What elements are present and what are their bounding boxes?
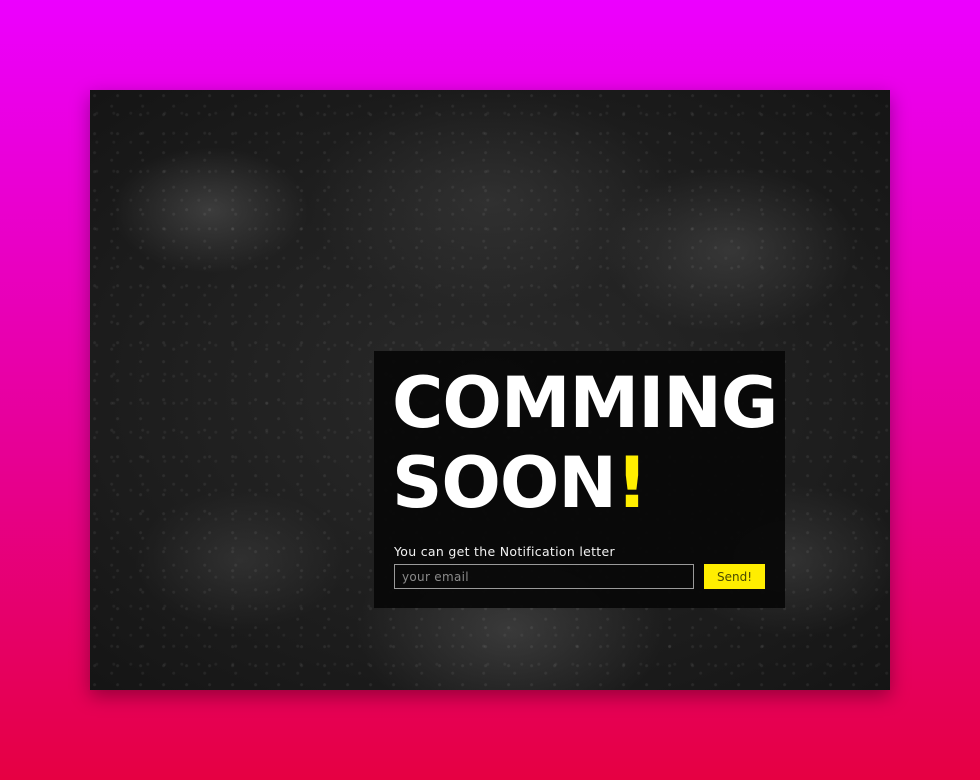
title-soon-text: SOON [392,442,617,524]
page-title: COMMING SOON! [392,362,778,523]
title-line-2: SOON! [392,443,777,523]
title-line-1: COMMING [392,362,778,444]
notification-caption: You can get the Notification letter [394,544,615,559]
send-button[interactable]: Send! [704,564,765,589]
coming-soon-panel: COMMING SOON! You can get the Notificati… [374,351,785,608]
background-photo: COMMING SOON! You can get the Notificati… [90,90,890,690]
title-exclamation: ! [616,442,648,524]
email-input[interactable] [394,564,694,589]
